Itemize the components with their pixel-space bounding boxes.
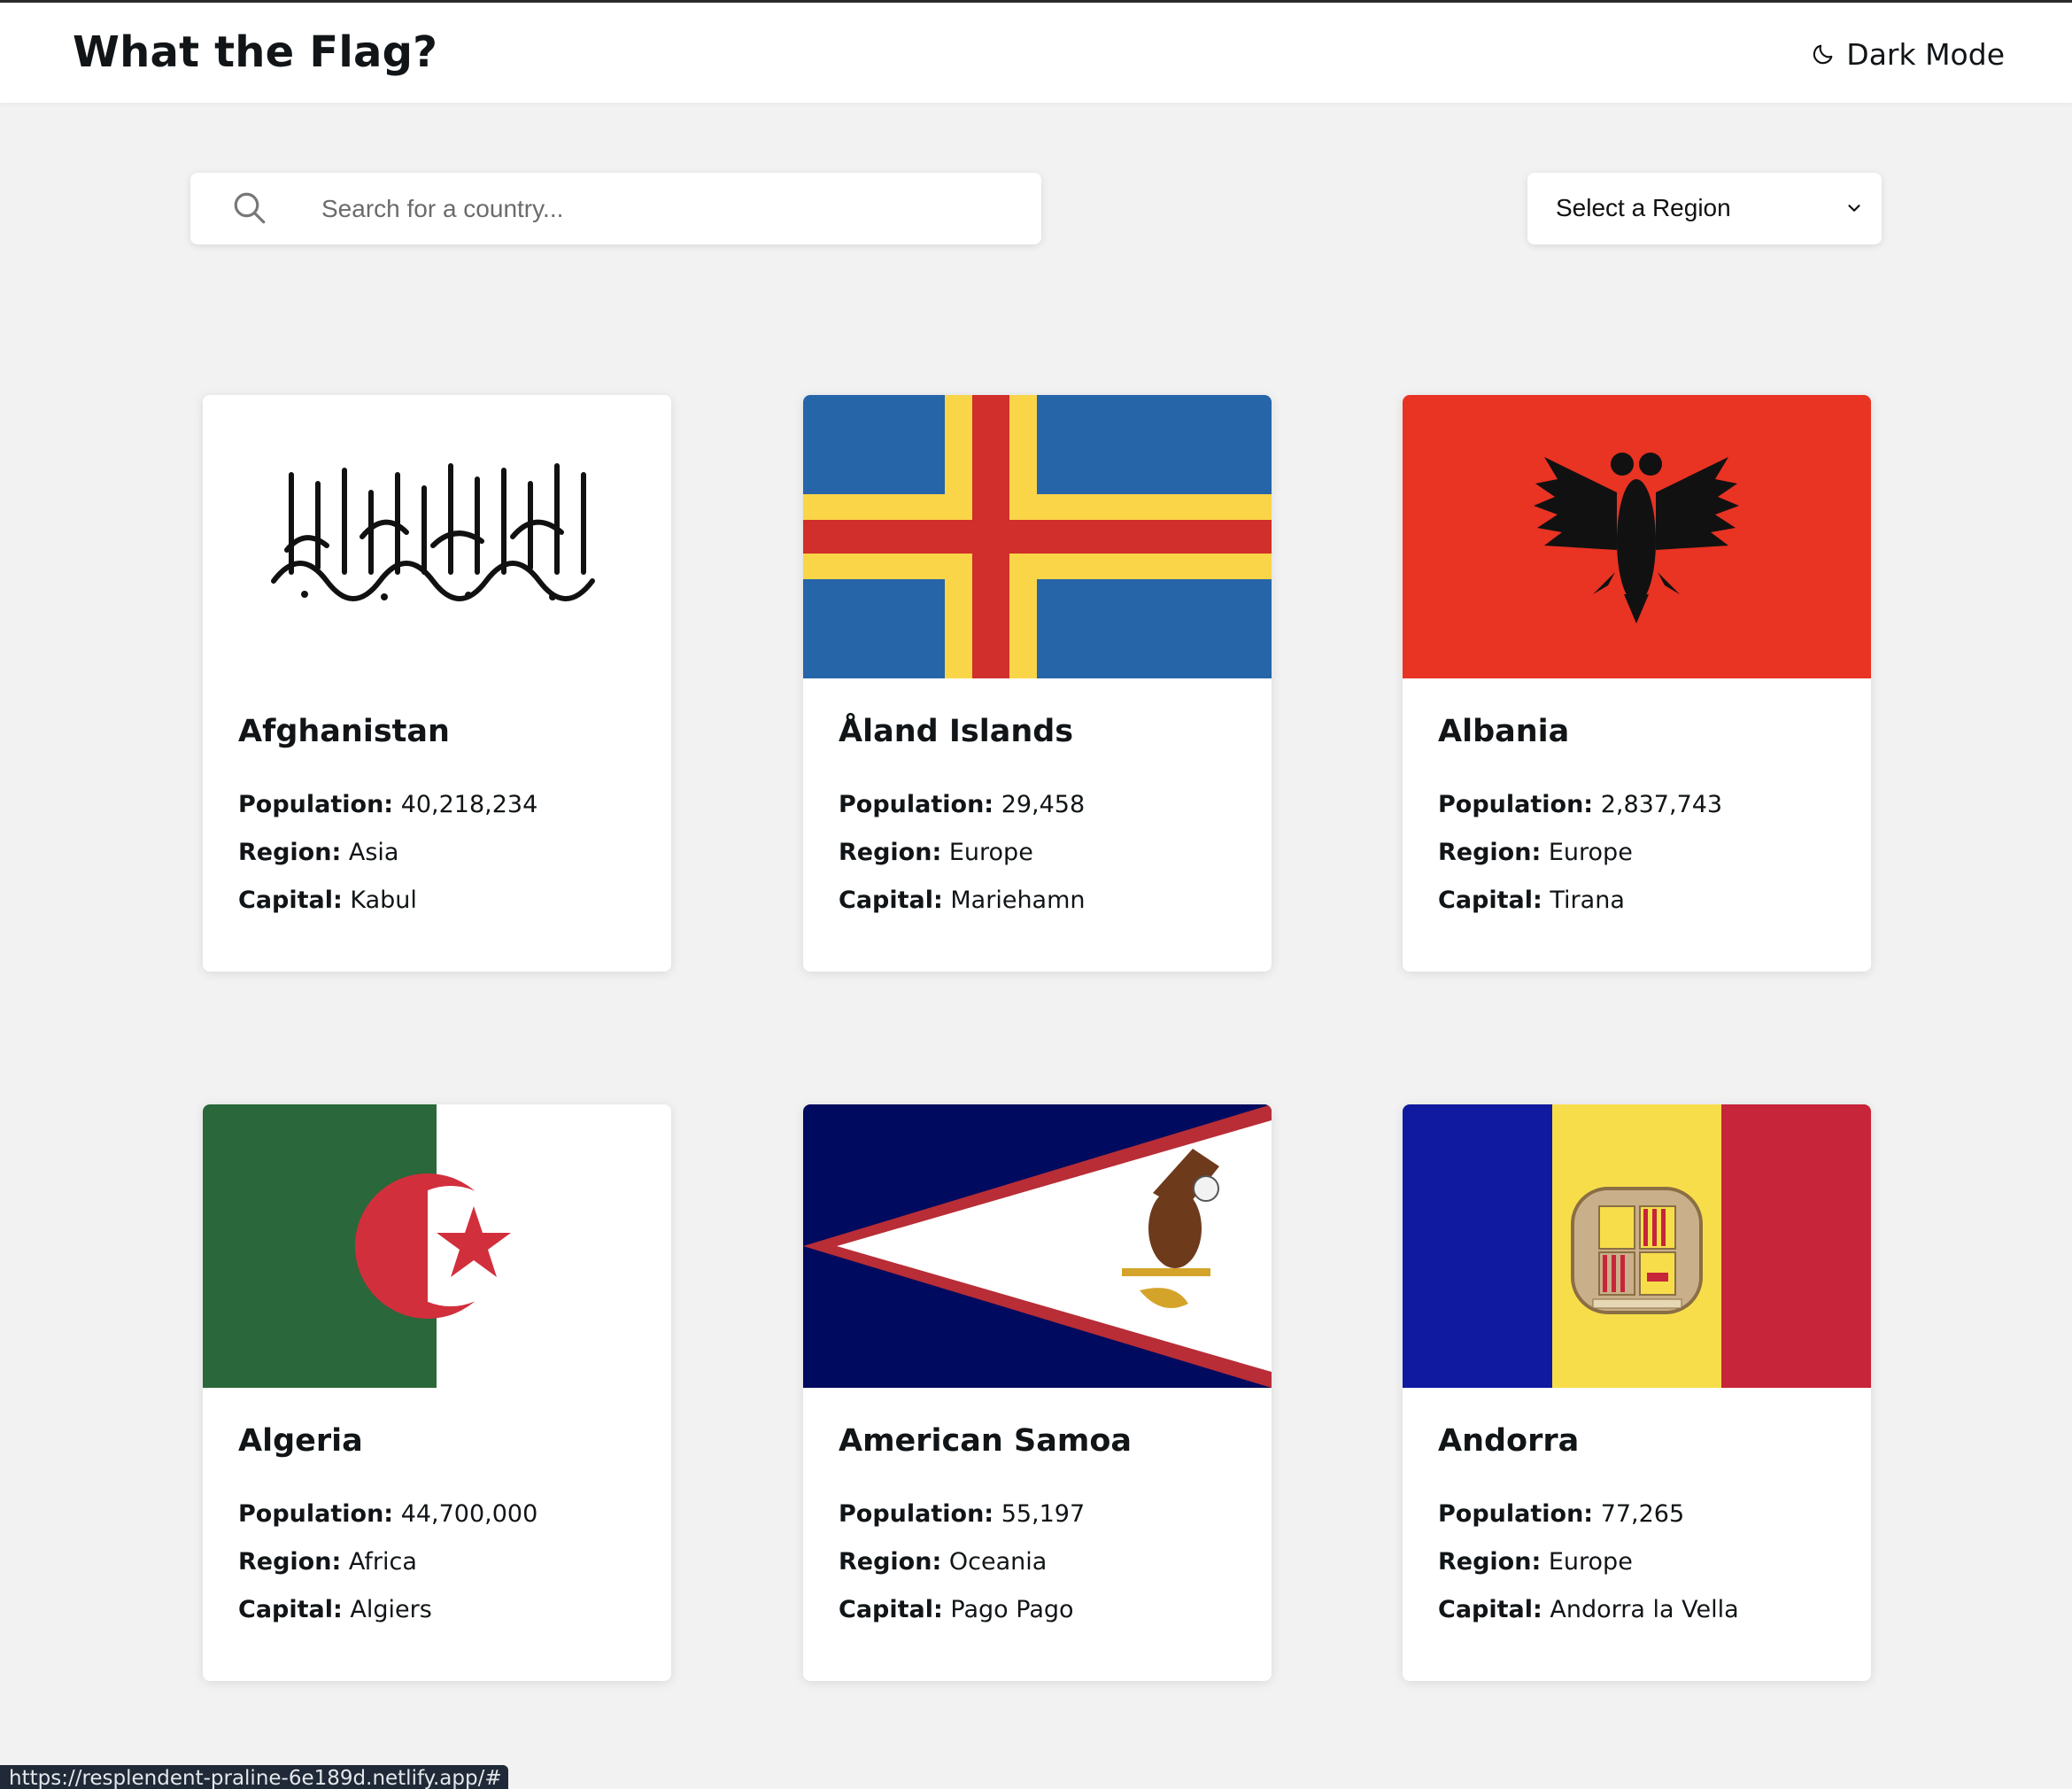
country-population: Population: 2,837,743 [1438, 791, 1723, 818]
search-box[interactable] [190, 173, 1041, 244]
country-population: Population: 40,218,234 [238, 791, 538, 818]
country-name: Algeria [238, 1423, 363, 1459]
country-name: Afghanistan [238, 714, 450, 749]
chevron-down-icon [1848, 205, 1860, 212]
region-select-label: Select a Region [1556, 194, 1731, 221]
aland-flag [803, 395, 1272, 678]
country-name: Åland Islands [839, 714, 1074, 749]
country-card[interactable]: Åland Islands Population: 29,458 Region:… [803, 395, 1272, 972]
american-samoa-flag [803, 1104, 1272, 1388]
andorra-flag [1403, 1104, 1871, 1388]
country-card[interactable]: Algeria Population: 44,700,000 Region: A… [203, 1104, 671, 1681]
search-icon [234, 192, 266, 224]
country-capital: Capital: Andorra la Vella [1438, 1596, 1739, 1623]
country-card[interactable]: Albania Population: 2,837,743 Region: Eu… [1403, 395, 1871, 972]
country-name: Albania [1438, 714, 1570, 749]
status-bar-url: https://resplendent-praline-6e189d.netli… [0, 1765, 508, 1789]
country-region: Region: Africa [238, 1548, 417, 1576]
country-population: Population: 55,197 [839, 1500, 1086, 1528]
country-name: Andorra [1438, 1423, 1580, 1459]
app-header: What the Flag? Dark Mode [0, 3, 2072, 103]
algeria-flag [203, 1104, 671, 1388]
country-card[interactable]: Andorra Population: 77,265 Region: Europ… [1403, 1104, 1871, 1681]
country-name: American Samoa [839, 1423, 1132, 1459]
moon-icon [1813, 44, 1833, 65]
country-region: Region: Europe [1438, 1548, 1633, 1576]
albania-flag [1403, 395, 1871, 678]
region-select[interactable]: Select a Region [1527, 173, 1882, 244]
country-capital: Capital: Pago Pago [839, 1596, 1074, 1623]
app-title: What the Flag? [73, 27, 438, 77]
country-card[interactable]: American Samoa Population: 55,197 Region… [803, 1104, 1272, 1681]
country-region: Region: Asia [238, 839, 399, 866]
country-population: Population: 44,700,000 [238, 1500, 538, 1528]
dark-mode-toggle[interactable]: Dark Mode [1811, 35, 2005, 74]
country-capital: Capital: Algiers [238, 1596, 432, 1623]
search-input[interactable] [321, 173, 1012, 244]
country-region: Region: Oceania [839, 1548, 1048, 1576]
country-capital: Capital: Tirana [1438, 887, 1625, 914]
country-population: Population: 29,458 [839, 791, 1086, 818]
country-capital: Capital: Mariehamn [839, 887, 1086, 914]
country-population: Population: 77,265 [1438, 1500, 1685, 1528]
country-region: Region: Europe [839, 839, 1033, 866]
country-card[interactable]: Afghanistan Population: 40,218,234 Regio… [203, 395, 671, 972]
dark-mode-label: Dark Mode [1846, 36, 2005, 72]
country-capital: Capital: Kabul [238, 887, 417, 914]
country-region: Region: Europe [1438, 839, 1633, 866]
afghanistan-flag [203, 395, 671, 678]
